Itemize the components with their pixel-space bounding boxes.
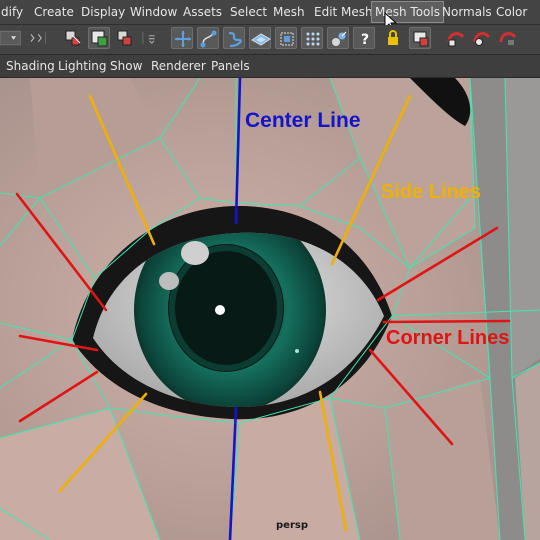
menu-normals[interactable]: Normals <box>442 0 492 24</box>
select-component-icon[interactable] <box>114 27 136 49</box>
menu-mesh[interactable]: Mesh <box>273 0 305 24</box>
pupil <box>168 244 284 372</box>
eye-highlight <box>159 272 179 290</box>
menu-mesh-tools[interactable]: Mesh Tools <box>371 1 444 23</box>
history-icon[interactable] <box>327 27 349 49</box>
ipr-render-icon[interactable] <box>471 27 493 49</box>
render-view-icon[interactable] <box>409 27 431 49</box>
select-hierarchy-icon[interactable] <box>62 27 84 49</box>
eye-mesh-render <box>0 78 540 540</box>
status-line-toolbar: ? <box>0 25 540 55</box>
svg-text:?: ? <box>361 32 369 48</box>
eye-highlight <box>181 241 209 265</box>
menu-color[interactable]: Color <box>496 0 527 24</box>
help-icon[interactable]: ? <box>353 27 375 49</box>
menu-modify[interactable]: dify <box>1 0 23 24</box>
perspective-viewport[interactable]: Center Line Side Lines Corner Lines pers… <box>0 78 540 540</box>
menu-create[interactable]: Create <box>34 0 74 24</box>
menu-select[interactable]: Select <box>230 0 267 24</box>
center-line-label: Center Line <box>245 109 361 132</box>
panel-menu-show[interactable]: Show <box>110 55 142 77</box>
panel-menu-renderer[interactable]: Renderer <box>151 55 206 77</box>
snap-curve-icon[interactable] <box>197 27 219 49</box>
select-object-icon[interactable] <box>88 27 110 49</box>
render-settings-icon[interactable] <box>497 27 519 49</box>
panel-menu-shading[interactable]: Shading <box>6 55 55 77</box>
snap-divider-icon[interactable] <box>140 27 170 49</box>
corner-lines-label: Corner Lines <box>386 327 510 349</box>
make-live-icon[interactable] <box>301 27 323 49</box>
menu-display[interactable]: Display <box>81 0 125 24</box>
eye-glint <box>295 349 299 353</box>
snap-view-plane-icon[interactable] <box>249 27 271 49</box>
menu-assets[interactable]: Assets <box>183 0 222 24</box>
panel-menu-lighting[interactable]: Lighting <box>58 55 107 77</box>
render-current-icon[interactable] <box>445 27 467 49</box>
eye-glint <box>215 305 225 315</box>
main-menubar: dify Create Display Window Assets Select… <box>0 0 540 32</box>
mode-dropdown-icon[interactable] <box>0 27 26 49</box>
menu-edit-mesh[interactable]: Edit Mesh <box>314 0 373 24</box>
side-lines-label: Side Lines <box>381 181 482 203</box>
camera-label: persp <box>276 520 308 531</box>
separator-arrows-icon[interactable] <box>28 27 58 49</box>
menu-window[interactable]: Window <box>130 0 177 24</box>
snap-live-surface-icon[interactable] <box>275 27 297 49</box>
panel-menu-panels[interactable]: Panels <box>211 55 250 77</box>
snap-grid-icon[interactable] <box>171 27 193 49</box>
lock-icon[interactable] <box>382 27 404 49</box>
panel-menubar: Shading Lighting Show Renderer Panels <box>0 55 540 78</box>
snap-point-icon[interactable] <box>223 27 245 49</box>
